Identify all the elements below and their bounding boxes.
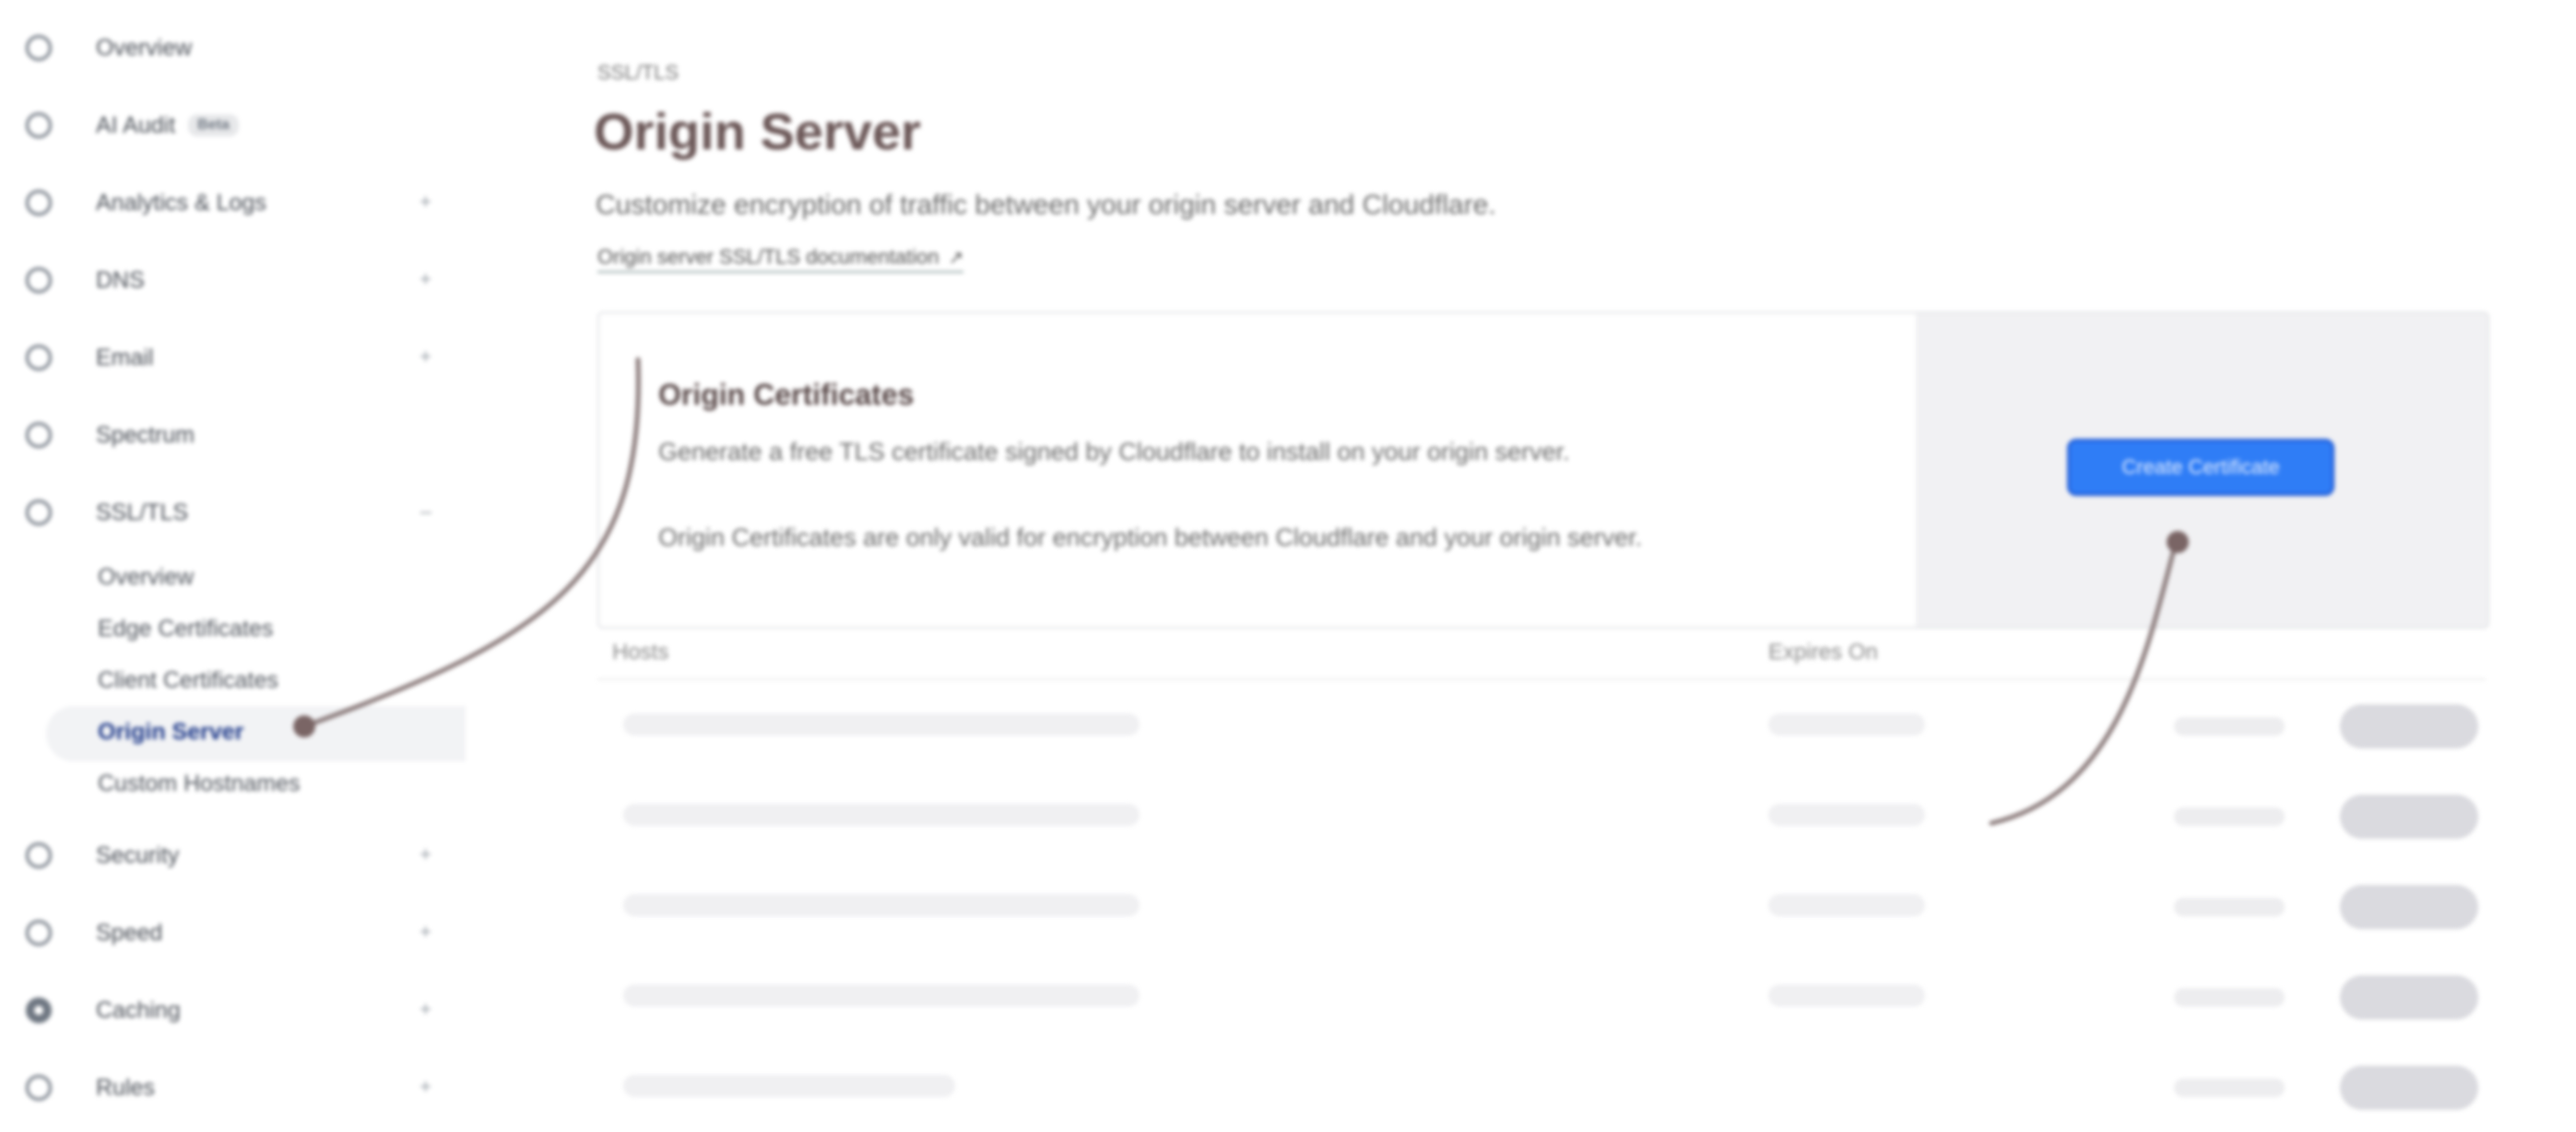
annotation-dot-create-certificate: [2167, 531, 2189, 553]
annotation-dot-origin-server: [293, 715, 315, 737]
annotation-overlay: [293, 357, 2189, 826]
annotation-arrow-origin-server: [301, 357, 641, 729]
annotation-arrow-create-certificate: [1989, 539, 2179, 826]
